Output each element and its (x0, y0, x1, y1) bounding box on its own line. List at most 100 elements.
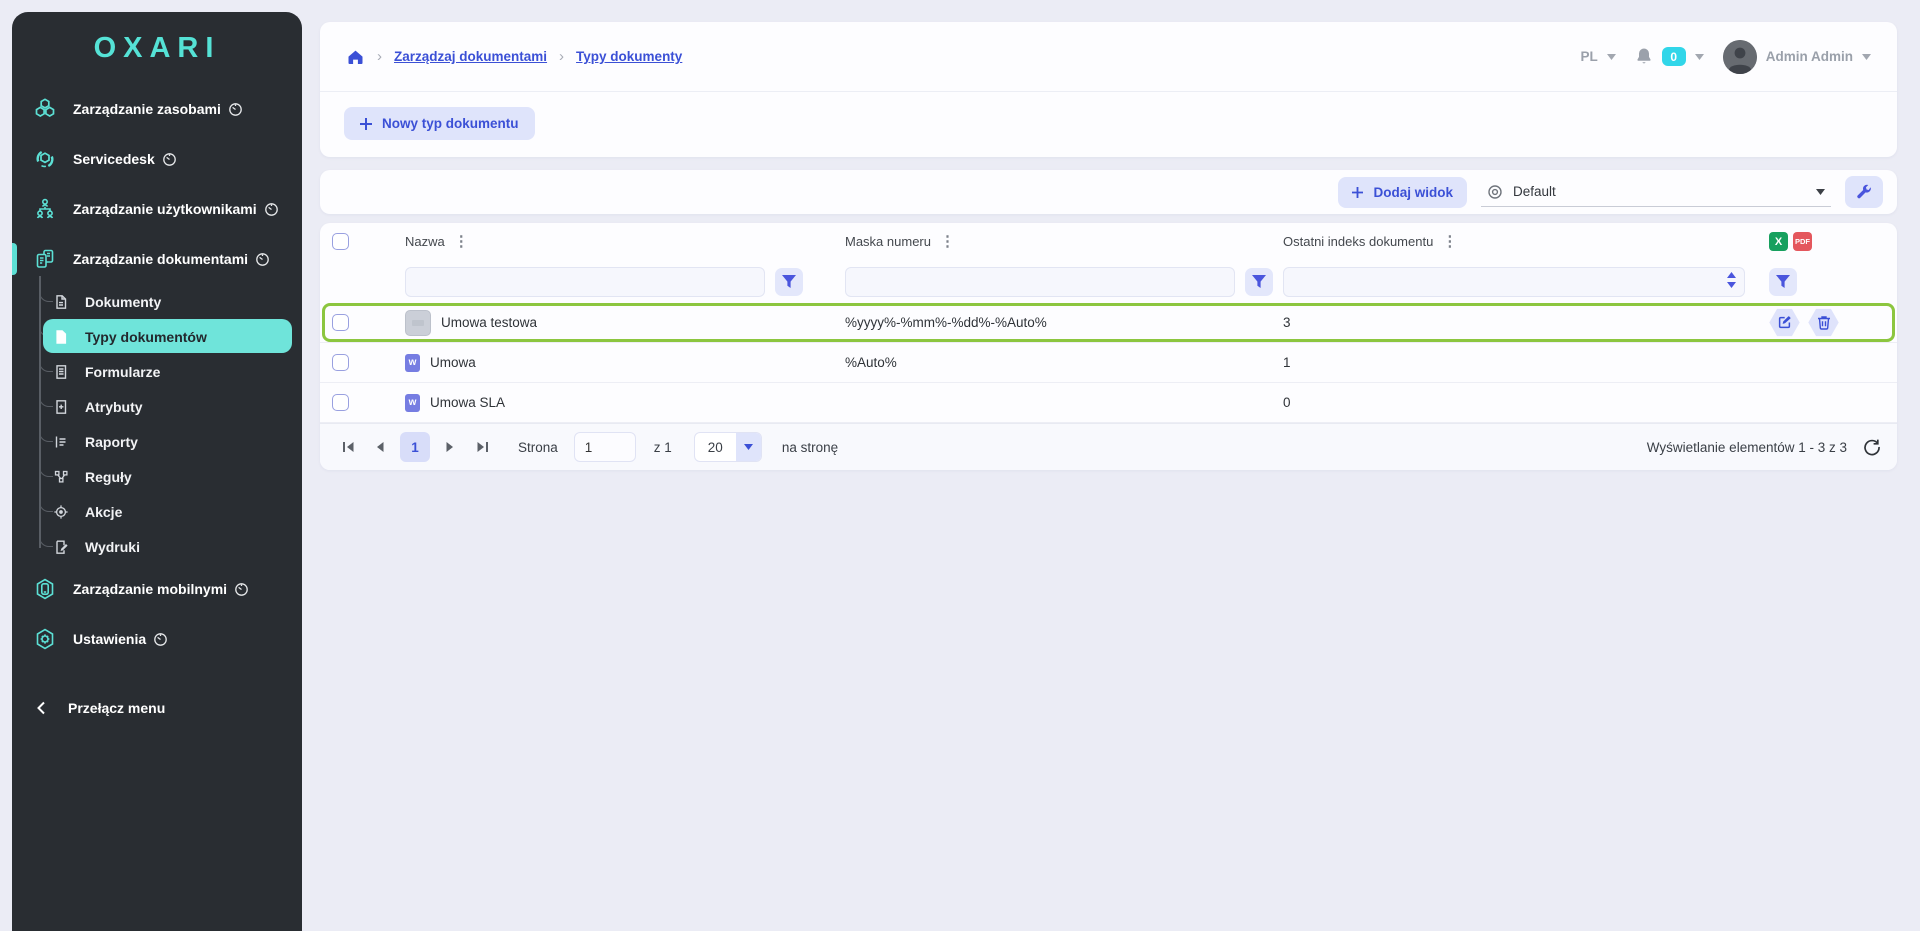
sidebar-item-akcje[interactable]: Akcje (12, 494, 302, 529)
first-page-button[interactable] (336, 435, 360, 459)
row-checkbox[interactable] (332, 394, 349, 411)
sidebar-item-label: Zarządzanie mobilnymi (73, 581, 227, 597)
plus-icon (1352, 187, 1363, 198)
sidebar-item-atrybuty[interactable]: Atrybuty (12, 389, 302, 424)
row-checkbox[interactable] (332, 314, 349, 331)
logo-text: OXARI (94, 32, 221, 65)
row-name: Umowa SLA (430, 395, 505, 410)
breadcrumb: › Zarządzaj dokumentami › Typy dokumenty… (320, 22, 1897, 92)
spinner-down-icon[interactable] (1727, 282, 1736, 288)
gauge-icon (162, 152, 177, 167)
chevron-right-icon: › (559, 48, 564, 65)
sidebar-item-label: Raporty (85, 434, 138, 450)
row-name: Umowa (430, 355, 476, 370)
view-select[interactable]: Default (1481, 177, 1831, 207)
row-last-index: 1 (1283, 355, 1745, 370)
filter-input-nazwa[interactable] (405, 267, 765, 297)
next-page-button[interactable] (438, 435, 462, 459)
filter-button-maska[interactable] (1245, 268, 1273, 296)
sidebar-item-raporty[interactable]: Raporty (12, 424, 302, 459)
column-menu-icon[interactable]: ⋮ (940, 234, 955, 249)
sidebar-item-dokumenty-list[interactable]: Dokumenty (12, 284, 302, 319)
row-name: Umowa testowa (441, 315, 537, 330)
caret-down-icon (736, 433, 761, 461)
breadcrumb-link-dokumenty[interactable]: Zarządzaj dokumentami (394, 49, 547, 64)
sidebar-item-mobilne[interactable]: Zarządzanie mobilnymi (12, 564, 302, 614)
toggle-menu-button[interactable]: Przełącz menu (12, 686, 302, 730)
row-last-index: 3 (1283, 315, 1745, 330)
notification-badge: 0 (1662, 47, 1686, 66)
filter-input-maska[interactable] (845, 267, 1235, 297)
caret-down-icon[interactable] (1607, 54, 1616, 60)
filter-button-nazwa[interactable] (775, 268, 803, 296)
gauge-icon (228, 102, 243, 117)
page-size-select[interactable]: 20 (694, 432, 762, 462)
row-delete-button[interactable] (1808, 308, 1839, 337)
table-filter-row (320, 260, 1897, 303)
select-all-checkbox[interactable] (332, 233, 349, 250)
table-row[interactable]: w Umowa %Auto% 1 (320, 343, 1897, 383)
sidebar-item-formularze[interactable]: Formularze (12, 354, 302, 389)
sidebar-item-zasoby[interactable]: Zarządzanie zasobami (12, 84, 302, 134)
sidebar-item-wydruki[interactable]: Wydruki (12, 529, 302, 564)
caret-down-icon[interactable] (1862, 54, 1871, 60)
export-excel-icon[interactable]: X (1769, 232, 1788, 251)
image-placeholder-icon (405, 310, 431, 336)
gauge-icon (234, 582, 249, 597)
logo: OXARI (12, 12, 302, 84)
row-edit-button[interactable] (1769, 308, 1800, 337)
bell-icon[interactable] (1635, 47, 1653, 66)
word-doc-icon: w (405, 354, 420, 372)
user-name: Admin Admin (1766, 49, 1853, 64)
documents-submenu: Dokumenty Typy dokumentów Formularze (12, 284, 302, 564)
row-mask: %yyyy%-%mm%-%dd%-%Auto% (845, 315, 1283, 330)
gauge-icon (153, 632, 168, 647)
sidebar-item-servicedesk[interactable]: Servicedesk (12, 134, 302, 184)
sidebar-item-dokumenty[interactable]: Zarządzanie dokumentami (12, 234, 302, 284)
export-pdf-icon[interactable]: PDF (1793, 232, 1812, 251)
target-icon (52, 504, 70, 520)
rules-icon (52, 469, 70, 485)
page-input[interactable] (574, 432, 636, 462)
column-header-nazwa: Nazwa (405, 234, 445, 249)
sidebar-item-typy-dokumentow[interactable]: Typy dokumentów (12, 319, 302, 354)
view-toolbar: Dodaj widok Default (320, 170, 1897, 214)
caret-down-icon[interactable] (1695, 54, 1704, 60)
form-icon (52, 364, 70, 380)
add-view-button[interactable]: Dodaj widok (1338, 177, 1467, 208)
caret-down-icon (1816, 189, 1825, 195)
edit-icon (1777, 315, 1792, 330)
column-menu-icon[interactable]: ⋮ (1442, 234, 1457, 249)
table-row[interactable]: w Umowa SLA 0 (320, 383, 1897, 423)
filter-input-ostatni-indeks[interactable] (1283, 267, 1745, 297)
sidebar: OXARI Zarządzanie zasobami (12, 12, 302, 931)
language-select[interactable]: PL (1580, 49, 1597, 64)
view-settings-button[interactable] (1845, 176, 1883, 208)
document-icon (52, 294, 70, 310)
spinner-up-icon[interactable] (1727, 272, 1736, 278)
settings-icon (32, 627, 58, 651)
view-select-value: Default (1513, 184, 1556, 199)
page-number-button[interactable]: 1 (400, 432, 430, 462)
servicedesk-icon (32, 147, 58, 171)
table-row[interactable]: Umowa testowa %yyyy%-%mm%-%dd%-%Auto% 3 (320, 303, 1897, 343)
home-icon[interactable] (346, 48, 365, 66)
chevron-left-icon (36, 701, 46, 715)
documents-icon (32, 247, 58, 271)
new-document-type-button[interactable]: Nowy typ dokumentu (344, 107, 535, 140)
column-menu-icon[interactable]: ⋮ (454, 234, 469, 249)
pagination-bar: 1 Strona z 1 20 na stronę Wyświetlanie e… (320, 423, 1897, 470)
refresh-icon[interactable] (1863, 438, 1881, 456)
sidebar-item-uzytkownicy[interactable]: Zarządzanie użytkownikami (12, 184, 302, 234)
sidebar-item-label: Typy dokumentów (85, 329, 207, 345)
breadcrumb-current[interactable]: Typy dokumenty (576, 49, 682, 64)
row-checkbox[interactable] (332, 354, 349, 371)
table-header-row: Nazwa ⋮ Maska numeru ⋮ Ostatni indeks do… (320, 223, 1897, 260)
avatar[interactable] (1723, 40, 1757, 74)
prev-page-button[interactable] (368, 435, 392, 459)
sidebar-item-ustawienia[interactable]: Ustawienia (12, 614, 302, 664)
last-page-button[interactable] (470, 435, 494, 459)
filter-button-ostatni-indeks[interactable] (1769, 268, 1797, 296)
toggle-menu-label: Przełącz menu (68, 700, 165, 716)
sidebar-item-reguly[interactable]: Reguły (12, 459, 302, 494)
